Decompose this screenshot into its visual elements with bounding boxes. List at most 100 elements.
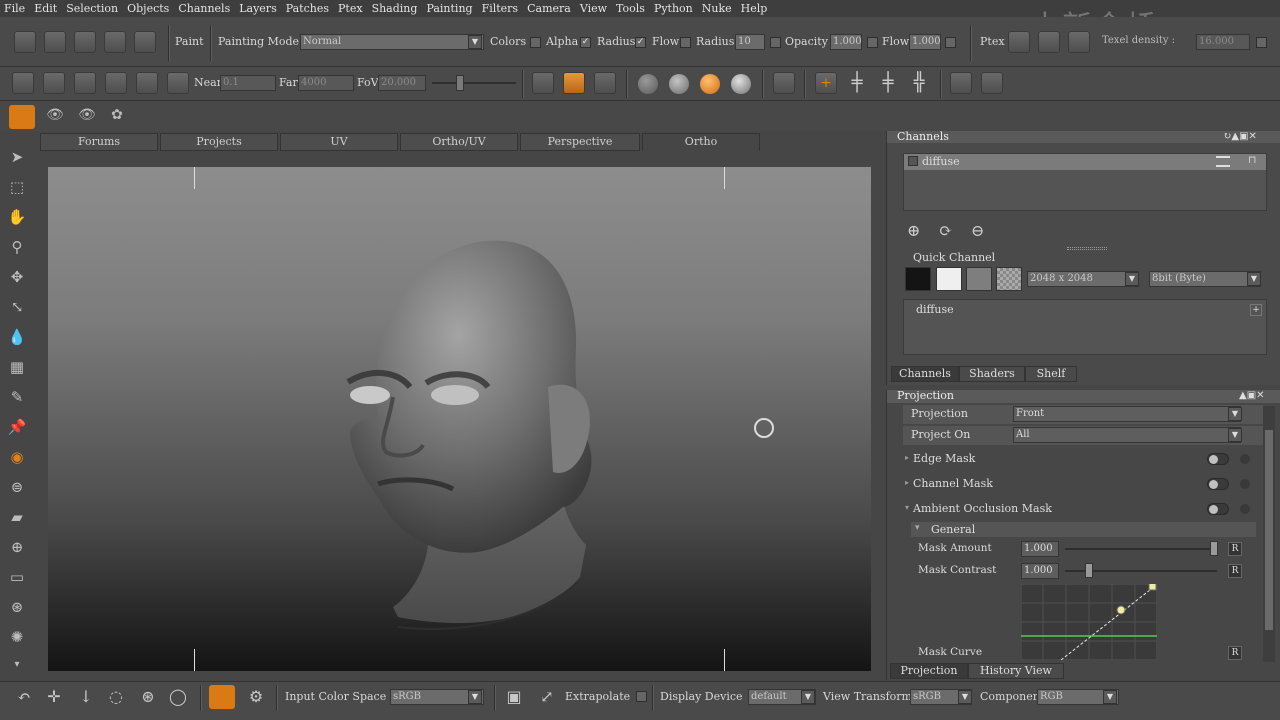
expand-arrow-icon[interactable]: ▸	[905, 453, 909, 462]
menu-camera[interactable]: Camera	[527, 2, 571, 15]
mask-curve-graph[interactable]	[1021, 584, 1157, 660]
mask-amount-input[interactable]: 1.000	[1021, 541, 1059, 557]
mask-amount-slider-handle[interactable]	[1210, 541, 1218, 556]
lit-shading-sphere-icon[interactable]	[669, 74, 689, 94]
edge-mask-toggle[interactable]	[1207, 453, 1229, 465]
clone-icon[interactable]: ⊕	[6, 536, 28, 558]
blur-icon[interactable]: 💧	[6, 326, 28, 348]
fill-icon[interactable]: ⊛	[6, 596, 28, 618]
edge-mask-indicator[interactable]	[1240, 454, 1250, 464]
black-swatch[interactable]	[905, 267, 931, 291]
close-project-icon[interactable]	[44, 31, 66, 53]
save-icon[interactable]	[74, 31, 96, 53]
menu-painting[interactable]: Painting	[426, 2, 472, 15]
flow-pressure-checkbox[interactable]	[945, 37, 956, 48]
view-tool-icon[interactable]: ⊛	[138, 687, 158, 707]
panel-controls-icon[interactable]: ↻▲▣✕	[1223, 131, 1257, 143]
crosshair-center-icon[interactable]: +	[815, 72, 837, 94]
image-plane-icon[interactable]	[594, 72, 616, 94]
material-sphere-icon[interactable]	[700, 74, 720, 94]
painting-mode-select[interactable]: Normal	[300, 34, 484, 50]
eraser-icon[interactable]: ▰	[6, 506, 28, 528]
palette-icon[interactable]: ✿	[106, 107, 128, 127]
menu-filters[interactable]: Filters	[482, 2, 519, 15]
menu-edit[interactable]: Edit	[34, 2, 57, 15]
edge-mask-label[interactable]: Edge Mask	[913, 452, 975, 465]
frame-icon[interactable]	[773, 72, 795, 94]
chevron-down-icon[interactable]: ▼	[468, 690, 482, 704]
extrapolate-icon[interactable]: ⤢	[537, 687, 557, 707]
rotate-tool-icon[interactable]: ↶	[14, 687, 34, 707]
paint-camera-icon[interactable]	[563, 72, 585, 94]
radius-pressure-checkbox[interactable]	[770, 37, 781, 48]
texel-density-checkbox[interactable]	[1256, 37, 1267, 48]
tab-shelf[interactable]: Shelf	[1025, 366, 1077, 382]
menu-python[interactable]: Python	[654, 2, 693, 15]
chevron-down-icon[interactable]: ▼	[1228, 428, 1242, 442]
chevron-down-icon[interactable]: ▼	[958, 690, 972, 704]
mask-contrast-reset-button[interactable]: R	[1228, 564, 1242, 578]
refresh-channel-icon[interactable]: ⟳	[939, 221, 961, 243]
wireframe-icon[interactable]	[12, 72, 34, 94]
3d-viewport[interactable]	[48, 167, 871, 671]
zoom-icon[interactable]: ⚲	[6, 236, 28, 258]
sun-icon[interactable]: ✺	[6, 626, 28, 648]
mask-contrast-input[interactable]: 1.000	[1021, 563, 1059, 579]
collapse-arrow-icon[interactable]: ▾	[905, 503, 909, 512]
move-icon[interactable]: ✥	[6, 266, 28, 288]
menu-patches[interactable]: Patches	[286, 2, 329, 15]
specular-sphere-icon[interactable]	[731, 74, 751, 94]
general-section[interactable]: ▾ General	[911, 522, 1256, 537]
tab-projects[interactable]: Projects	[160, 133, 278, 151]
menu-channels[interactable]: Channels	[178, 2, 230, 15]
tab-shaders[interactable]: Shaders	[959, 366, 1025, 382]
translate-tool-icon[interactable]: ✛	[44, 687, 64, 707]
ptex-grid-icon[interactable]	[1008, 31, 1030, 53]
quick-channel-entry[interactable]: diffuse	[916, 303, 954, 316]
flow-checkbox[interactable]	[680, 37, 691, 48]
transparent-swatch[interactable]	[996, 267, 1022, 291]
scale-icon[interactable]: ⤡	[6, 296, 28, 318]
fov-input[interactable]: 20.000	[378, 75, 426, 91]
camera-icon[interactable]	[532, 72, 554, 94]
splitter-handle[interactable]	[1067, 247, 1107, 250]
transform-icon[interactable]	[950, 72, 972, 94]
new-icon[interactable]	[14, 31, 36, 53]
chevron-down-icon[interactable]: ▼	[1228, 407, 1242, 421]
tab-ortho[interactable]: Ortho	[642, 133, 760, 151]
chevron-down-icon[interactable]: ▾	[6, 658, 28, 672]
grid-toggle-icon[interactable]	[74, 72, 96, 94]
chevron-down-icon[interactable]: ▼	[1103, 690, 1117, 704]
eyedropper-icon[interactable]: ✎	[6, 386, 28, 408]
scrollbar[interactable]	[1263, 406, 1275, 662]
select-arrow-icon[interactable]: ➤	[6, 146, 28, 168]
grey-swatch[interactable]	[966, 267, 992, 291]
mask-amount-slider[interactable]	[1065, 548, 1217, 550]
shaded-icon[interactable]	[105, 72, 127, 94]
tab-projection[interactable]: Projection	[890, 663, 968, 679]
grid-icon[interactable]: ▦	[6, 356, 28, 378]
ao-mask-toggle[interactable]	[1207, 503, 1229, 515]
chevron-down-icon[interactable]: ▼	[801, 690, 815, 704]
eye-off-icon[interactable]: 👁	[76, 107, 98, 127]
menu-objects[interactable]: Objects	[127, 2, 169, 15]
menu-tools[interactable]: Tools	[616, 2, 645, 15]
near-input[interactable]: 0.1	[220, 75, 276, 91]
chevron-down-icon[interactable]: ▼	[468, 35, 482, 49]
scrollbar-thumb[interactable]	[1265, 430, 1273, 630]
hand-icon[interactable]: ✋	[6, 206, 28, 228]
extrapolate-checkbox[interactable]	[636, 691, 647, 702]
expand-arrow-icon[interactable]: ▸	[905, 478, 909, 487]
mask-curve-reset-button[interactable]: R	[1228, 646, 1242, 660]
align-horizontal-icon[interactable]: ╪	[846, 72, 868, 94]
menu-ptex[interactable]: Ptex	[338, 2, 363, 15]
colors-checkbox[interactable]	[530, 37, 541, 48]
smear-icon[interactable]: ⊜	[6, 476, 28, 498]
channel-options-icon[interactable]	[1216, 156, 1230, 167]
menu-nuke[interactable]: Nuke	[702, 2, 732, 15]
menu-shading[interactable]: Shading	[372, 2, 418, 15]
white-swatch[interactable]	[936, 267, 962, 291]
eye-icon[interactable]: 👁	[44, 107, 66, 127]
channel-row-diffuse[interactable]: diffuse ⊓	[904, 154, 1266, 170]
ptex-settings-icon[interactable]	[1068, 31, 1090, 53]
